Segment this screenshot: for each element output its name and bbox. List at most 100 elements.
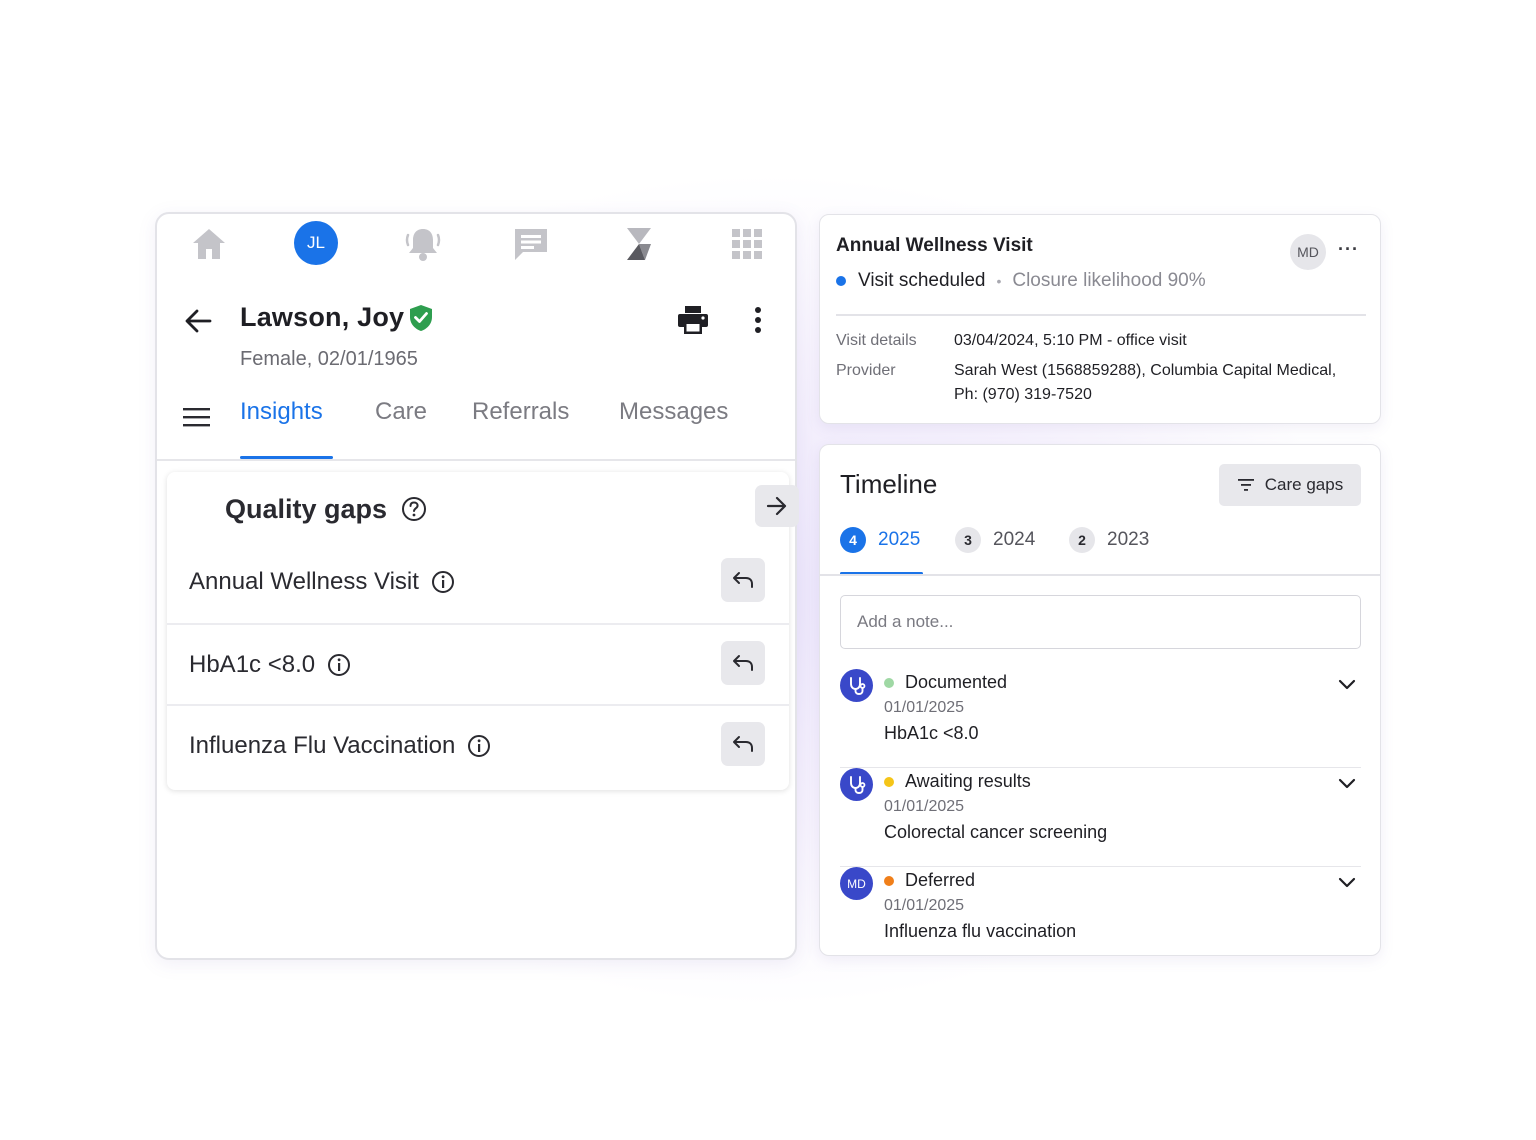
visit-status-row: Visit scheduled • Closure likelihood 90% bbox=[836, 270, 1206, 292]
timeline-status: Deferred bbox=[884, 870, 975, 891]
timeline-item[interactable]: Documented 01/01/2025 HbA1c <8.0 bbox=[840, 669, 1361, 768]
separator-dot: • bbox=[996, 273, 1002, 289]
provider-value: Sarah West (1568859288), Columbia Capita… bbox=[954, 362, 1337, 403]
notification-bell-icon[interactable] bbox=[403, 224, 443, 264]
timeline-status: Awaiting results bbox=[884, 771, 1031, 792]
printer-icon bbox=[678, 306, 708, 334]
timeline-description: Influenza flu vaccination bbox=[884, 921, 1077, 941]
year-label: 2025 bbox=[878, 529, 921, 550]
chevron-down-icon[interactable] bbox=[1338, 679, 1356, 691]
arrow-left-icon bbox=[185, 309, 212, 333]
stethoscope-icon bbox=[840, 669, 873, 702]
year-count-badge: 3 bbox=[955, 527, 981, 553]
patient-panel: JL Lawson, Joy Female, 02/01/1965 Insigh… bbox=[155, 212, 797, 960]
provider-avatar: MD bbox=[840, 867, 873, 900]
undo-arrow-icon bbox=[733, 655, 753, 671]
top-navigation: JL bbox=[157, 214, 795, 274]
timeline-date: 01/01/2025 bbox=[884, 798, 965, 815]
info-icon[interactable] bbox=[431, 570, 455, 594]
arrow-right-icon bbox=[766, 496, 787, 516]
closure-likelihood: Closure likelihood 90% bbox=[1012, 270, 1206, 291]
year-count-badge: 2 bbox=[1069, 527, 1095, 553]
timeline-description: HbA1c <8.0 bbox=[884, 723, 979, 743]
tab-insights[interactable]: Insights bbox=[240, 398, 323, 426]
status-dot bbox=[836, 276, 846, 286]
provider-avatar[interactable]: MD bbox=[1290, 234, 1326, 270]
visit-title: Annual Wellness Visit bbox=[836, 235, 1033, 256]
add-note-input[interactable] bbox=[840, 595, 1361, 649]
back-button[interactable] bbox=[181, 304, 215, 338]
visit-details-value: 03/04/2024, 5:10 PM - office visit bbox=[954, 332, 1187, 349]
timeline-status: Documented bbox=[884, 672, 1007, 693]
timeline-title: Timeline bbox=[840, 469, 938, 499]
filter-icon bbox=[1237, 479, 1254, 491]
status-dot-deferred bbox=[884, 875, 894, 886]
more-options-button[interactable] bbox=[744, 302, 772, 338]
more-horizontal-icon[interactable]: ··· bbox=[1338, 239, 1359, 260]
tabs-divider bbox=[157, 459, 795, 461]
info-icon[interactable] bbox=[327, 653, 351, 677]
chevron-down-icon[interactable] bbox=[1338, 877, 1356, 889]
verified-shield-icon bbox=[409, 304, 433, 332]
year-label: 2023 bbox=[1107, 529, 1150, 550]
timeline-status-label: Documented bbox=[905, 672, 1008, 692]
undo-button[interactable] bbox=[721, 722, 765, 766]
quality-gap-row[interactable]: HbA1c <8.0 bbox=[167, 623, 789, 704]
visit-divider bbox=[836, 314, 1366, 316]
quality-gap-row[interactable]: Annual Wellness Visit bbox=[167, 542, 789, 623]
quality-gap-label: HbA1c <8.0 bbox=[189, 651, 316, 678]
status-dot-documented bbox=[884, 677, 894, 688]
quality-gap-label-wrap: Annual Wellness Visit bbox=[189, 568, 455, 596]
help-circle-icon[interactable] bbox=[401, 496, 427, 522]
app-logo-icon[interactable] bbox=[619, 224, 659, 264]
tab-care[interactable]: Care bbox=[375, 398, 427, 426]
undo-arrow-icon bbox=[733, 736, 753, 752]
visit-status: Visit scheduled bbox=[858, 270, 986, 291]
timeline-status-label: Awaiting results bbox=[905, 771, 1031, 791]
kebab-menu-icon bbox=[755, 307, 761, 333]
quality-gap-label: Annual Wellness Visit bbox=[189, 568, 419, 595]
quality-gap-row[interactable]: Influenza Flu Vaccination bbox=[167, 704, 789, 785]
quality-gaps-card: Quality gaps Annual Wellness Visit HbA1c… bbox=[167, 472, 789, 790]
undo-button[interactable] bbox=[721, 641, 765, 685]
timeline-date: 01/01/2025 bbox=[884, 897, 965, 914]
timeline-item[interactable]: Awaiting results 01/01/2025 Colorectal c… bbox=[840, 768, 1361, 867]
home-icon[interactable] bbox=[189, 224, 229, 264]
user-avatar[interactable]: JL bbox=[294, 221, 338, 265]
hamburger-menu-icon[interactable] bbox=[183, 406, 211, 428]
visit-card: Annual Wellness Visit MD ··· Visit sched… bbox=[819, 214, 1381, 424]
year-tab-2025[interactable]: 4 2025 bbox=[840, 527, 920, 553]
visit-details-label: Visit details bbox=[836, 332, 917, 349]
print-button[interactable] bbox=[675, 302, 711, 338]
quality-gap-label-wrap: Influenza Flu Vaccination bbox=[189, 732, 491, 760]
quality-gap-label-wrap: HbA1c <8.0 bbox=[189, 651, 351, 679]
apps-grid-icon[interactable] bbox=[727, 224, 767, 264]
patient-name: Lawson, Joy bbox=[240, 302, 405, 332]
tab-messages[interactable]: Messages bbox=[619, 398, 728, 426]
timeline-date: 01/01/2025 bbox=[884, 699, 965, 716]
patient-demographics: Female, 02/01/1965 bbox=[240, 348, 418, 370]
timeline-card: Timeline Care gaps 4 2025 3 2024 2 2023 bbox=[819, 444, 1381, 956]
expand-quality-gaps-button[interactable] bbox=[755, 485, 799, 527]
undo-button[interactable] bbox=[721, 558, 765, 602]
timeline-description: Colorectal cancer screening bbox=[884, 822, 1108, 842]
provider-label: Provider bbox=[836, 362, 896, 379]
chat-icon[interactable] bbox=[511, 224, 551, 264]
timeline-status-label: Deferred bbox=[905, 870, 976, 890]
year-tab-2024[interactable]: 3 2024 bbox=[955, 527, 1035, 553]
year-tabs-divider bbox=[820, 574, 1380, 576]
quality-gap-label: Influenza Flu Vaccination bbox=[189, 732, 456, 759]
tab-referrals[interactable]: Referrals bbox=[472, 398, 569, 426]
care-gaps-filter-button[interactable]: Care gaps bbox=[1219, 464, 1361, 506]
year-label: 2024 bbox=[993, 529, 1036, 550]
info-icon[interactable] bbox=[467, 734, 491, 758]
year-tab-2023[interactable]: 2 2023 bbox=[1069, 527, 1149, 553]
care-gaps-filter-label: Care gaps bbox=[1264, 475, 1344, 494]
chevron-down-icon[interactable] bbox=[1338, 778, 1356, 790]
year-count-badge: 4 bbox=[840, 527, 866, 553]
undo-arrow-icon bbox=[733, 572, 753, 588]
stethoscope-icon bbox=[840, 768, 873, 801]
status-dot-awaiting bbox=[884, 776, 894, 787]
quality-gaps-title: Quality gaps bbox=[225, 494, 388, 524]
timeline-item[interactable]: MD Deferred 01/01/2025 Influenza flu vac… bbox=[840, 867, 1361, 955]
